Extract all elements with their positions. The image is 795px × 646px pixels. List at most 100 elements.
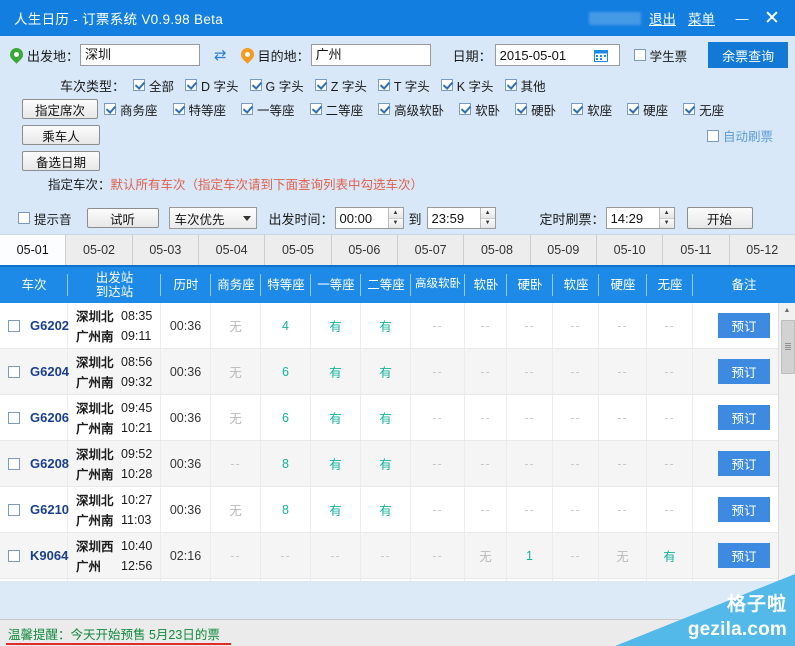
auto-refresh-checkbox[interactable] (707, 130, 719, 142)
table-row[interactable]: G6204 深圳北08:56 广州南09:32 00:36 无 6 有 有 --… (0, 349, 795, 395)
train-type-all-checkbox[interactable] (133, 79, 145, 91)
train-type-z-checkbox[interactable] (315, 79, 327, 91)
sort-order-select[interactable]: 车次优先 (169, 207, 257, 229)
date-tab-3[interactable]: 05-04 (199, 235, 265, 265)
seat-premier[interactable]: 特等座 (173, 100, 227, 119)
seat-soft-seat-checkbox[interactable] (571, 103, 583, 115)
seat-hard-seat-checkbox[interactable] (627, 103, 639, 115)
spinner-down-icon[interactable]: ▼ (481, 219, 495, 229)
scroll-up-icon[interactable]: ▲ (779, 303, 795, 318)
start-button[interactable]: 开始 (687, 207, 753, 229)
spinner-up-icon[interactable]: ▲ (481, 208, 495, 219)
table-row[interactable]: G6210 深圳北10:27 广州南11:03 00:36 无 8 有 有 --… (0, 487, 795, 533)
cell-train-no[interactable]: K9064 (0, 533, 68, 578)
seat-second-checkbox[interactable] (310, 103, 322, 115)
seat-first-checkbox[interactable] (241, 103, 253, 115)
results-scrollbar[interactable]: ▲ (778, 303, 795, 581)
train-type-z[interactable]: Z 字头 (315, 76, 367, 95)
seat-deluxe-soft-sleeper[interactable]: 高级软卧 (378, 100, 444, 119)
scrollbar-thumb[interactable] (781, 320, 795, 374)
train-type-k[interactable]: K 字头 (441, 76, 494, 95)
seat-hard-sleeper-checkbox[interactable] (515, 103, 527, 115)
train-number[interactable]: G6204 (30, 364, 69, 379)
calendar-icon[interactable] (594, 48, 608, 62)
date-field[interactable] (495, 44, 620, 66)
minimize-icon[interactable]: — (727, 0, 757, 36)
seat-second[interactable]: 二等座 (310, 100, 364, 119)
train-number[interactable]: K9064 (30, 548, 68, 563)
seat-premier-checkbox[interactable] (173, 103, 185, 115)
train-type-d-checkbox[interactable] (185, 79, 197, 91)
date-tab-0[interactable]: 05-01 (0, 235, 66, 265)
specify-seat-button[interactable]: 指定席次 (22, 99, 98, 119)
table-row[interactable]: K9064 深圳西10:40 广州12:56 02:16 -- -- -- --… (0, 533, 795, 579)
train-type-other[interactable]: 其他 (505, 76, 546, 95)
depart-time-from-spinner[interactable]: ▲▼ (388, 208, 403, 228)
destination-input[interactable] (311, 44, 431, 66)
train-number[interactable]: G6202 (30, 318, 69, 333)
spinner-down-icon[interactable]: ▼ (660, 219, 674, 229)
seat-soft-sleeper-checkbox[interactable] (459, 103, 471, 115)
table-row[interactable]: G6206 深圳北09:45 广州南10:21 00:36 无 6 有 有 --… (0, 395, 795, 441)
train-type-g-checkbox[interactable] (250, 79, 262, 91)
date-tab-1[interactable]: 05-02 (66, 235, 132, 265)
cell-train-no[interactable]: G6212 (0, 579, 68, 581)
train-type-d[interactable]: D 字头 (185, 76, 239, 95)
row-select-checkbox[interactable] (8, 366, 20, 378)
seat-first[interactable]: 一等座 (241, 100, 295, 119)
timed-refresh-spinner[interactable]: ▲▼ (659, 208, 674, 228)
seat-hard-sleeper[interactable]: 硬卧 (515, 100, 556, 119)
order-button[interactable]: 预订 (718, 543, 769, 568)
order-button[interactable]: 预订 (718, 313, 769, 338)
depart-time-from-input[interactable] (336, 208, 388, 228)
seat-business[interactable]: 商务座 (104, 100, 158, 119)
seat-hard-seat[interactable]: 硬座 (627, 100, 668, 119)
row-select-checkbox[interactable] (8, 504, 20, 516)
timed-refresh-input[interactable] (607, 208, 659, 228)
spinner-down-icon[interactable]: ▼ (389, 219, 403, 229)
train-number[interactable]: G6208 (30, 456, 69, 471)
depart-time-to-spinner[interactable]: ▲▼ (480, 208, 495, 228)
close-icon[interactable]: ✕ (757, 0, 787, 36)
table-row[interactable]: G6212 深圳北11:00 广州南11:50 00:50 无 8 有 有 --… (0, 579, 795, 581)
alt-date-button[interactable]: 备选日期 (22, 151, 100, 171)
seat-standing-checkbox[interactable] (683, 103, 695, 115)
cell-train-no[interactable]: G6202 (0, 303, 68, 348)
order-button[interactable]: 预订 (718, 451, 769, 476)
date-tab-5[interactable]: 05-06 (332, 235, 398, 265)
cell-train-no[interactable]: G6204 (0, 349, 68, 394)
swap-stations-icon[interactable]: ⇄ (214, 48, 227, 63)
departure-input[interactable] (80, 44, 200, 66)
student-ticket-checkbox[interactable] (634, 49, 646, 61)
train-type-g[interactable]: G 字头 (250, 76, 304, 95)
train-type-t[interactable]: T 字头 (378, 76, 430, 95)
depart-time-from-field[interactable]: ▲▼ (335, 207, 404, 229)
date-input[interactable] (496, 44, 594, 66)
seat-standing[interactable]: 无座 (683, 100, 724, 119)
date-tab-9[interactable]: 05-10 (597, 235, 663, 265)
date-tab-10[interactable]: 05-11 (663, 235, 729, 265)
spinner-up-icon[interactable]: ▲ (389, 208, 403, 219)
depart-time-to-field[interactable]: ▲▼ (427, 207, 496, 229)
student-ticket-option[interactable]: 学生票 (634, 46, 688, 65)
row-select-checkbox[interactable] (8, 320, 20, 332)
train-type-k-checkbox[interactable] (441, 79, 453, 91)
seat-soft-sleeper[interactable]: 软卧 (459, 100, 500, 119)
date-tab-6[interactable]: 05-07 (398, 235, 464, 265)
depart-time-to-input[interactable] (428, 208, 480, 228)
cell-train-no[interactable]: G6208 (0, 441, 68, 486)
exit-link[interactable]: 退出 (649, 8, 676, 28)
table-row[interactable]: G6202 深圳北08:35 广州南09:11 00:36 无 4 有 有 --… (0, 303, 795, 349)
train-type-other-checkbox[interactable] (505, 79, 517, 91)
cell-train-no[interactable]: G6210 (0, 487, 68, 532)
train-type-t-checkbox[interactable] (378, 79, 390, 91)
order-button[interactable]: 预订 (718, 405, 769, 430)
order-button[interactable]: 预订 (718, 497, 769, 522)
row-select-checkbox[interactable] (8, 458, 20, 470)
spinner-up-icon[interactable]: ▲ (660, 208, 674, 219)
timed-refresh-field[interactable]: ▲▼ (606, 207, 675, 229)
date-tab-7[interactable]: 05-08 (464, 235, 530, 265)
passenger-button[interactable]: 乘车人 (22, 125, 100, 145)
date-tab-4[interactable]: 05-05 (265, 235, 331, 265)
seat-business-checkbox[interactable] (104, 103, 116, 115)
